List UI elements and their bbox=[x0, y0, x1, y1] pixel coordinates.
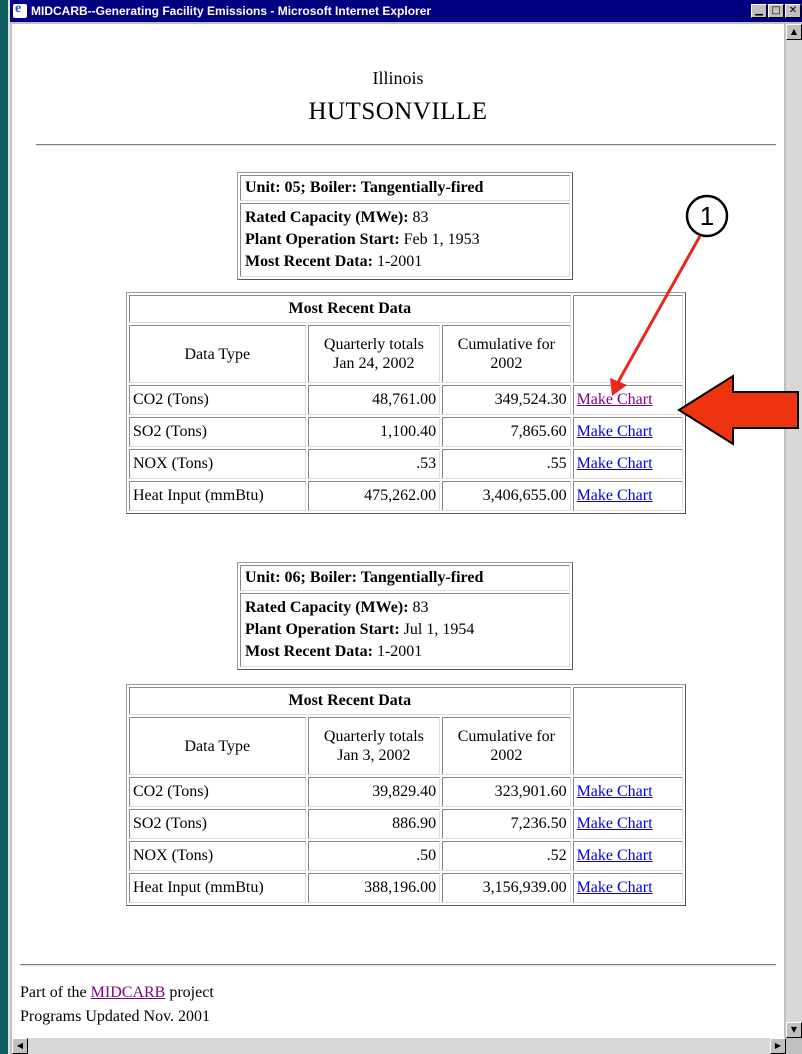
table-row: NOX (Tons) .53 .55 Make Chart bbox=[129, 449, 683, 479]
vertical-scrollbar[interactable]: ▲ ▼ bbox=[786, 24, 802, 1038]
unit-details: Rated Capacity (MWe): 83 Plant Operation… bbox=[240, 203, 570, 277]
midcarb-link[interactable]: MIDCARB bbox=[91, 984, 166, 1001]
col-quarterly: Quarterly totals Jan 24, 2002 bbox=[307, 325, 441, 383]
scroll-right-icon[interactable]: ▶ bbox=[770, 1038, 786, 1054]
table-row: CO2 (Tons) 39,829.40 323,901.60 Make Cha… bbox=[129, 777, 683, 807]
unit-header: Unit: 06; Boiler: Tangentially-fired bbox=[240, 565, 570, 591]
internet-explorer-icon bbox=[13, 1, 27, 18]
title-bar: MIDCARB--Generating Facility Emissions -… bbox=[10, 0, 802, 22]
table-title: Most Recent Data bbox=[129, 295, 571, 323]
table-title: Most Recent Data bbox=[129, 687, 571, 715]
col-cumulative: Cumulative for 2002 bbox=[442, 717, 571, 775]
make-chart-link[interactable]: Make Chart bbox=[577, 455, 653, 472]
close-button[interactable]: ✕ bbox=[785, 4, 801, 18]
footer-project: Part of the MIDCARB project bbox=[20, 984, 214, 1001]
footer-updated: Programs Updated Nov. 2001 bbox=[20, 1008, 211, 1025]
window-title: MIDCARB--Generating Facility Emissions -… bbox=[31, 4, 432, 18]
minimize-button[interactable]: ▁ bbox=[751, 4, 767, 18]
table-row: CO2 (Tons) 48,761.00 349,524.30 Make Cha… bbox=[129, 385, 683, 415]
horizontal-scrollbar[interactable]: ◀ ▶ bbox=[12, 1038, 786, 1054]
scroll-left-icon[interactable]: ◀ bbox=[12, 1038, 28, 1054]
col-data-type: Data Type bbox=[129, 717, 306, 775]
col-data-type: Data Type bbox=[129, 325, 306, 383]
page-content: Illinois HUTSONVILLE Unit: 05; Boiler: T… bbox=[12, 24, 784, 1038]
maximize-button[interactable]: □ bbox=[768, 4, 784, 18]
make-chart-link[interactable]: Make Chart bbox=[577, 391, 653, 408]
facility-name: HUTSONVILLE bbox=[308, 98, 488, 125]
state-name: Illinois bbox=[372, 68, 424, 88]
table-row: SO2 (Tons) 886.90 7,236.50 Make Chart bbox=[129, 809, 683, 839]
col-quarterly: Quarterly totals Jan 3, 2002 bbox=[307, 717, 441, 775]
divider bbox=[20, 964, 776, 966]
table-row: SO2 (Tons) 1,100.40 7,865.60 Make Chart bbox=[129, 417, 683, 447]
scroll-down-icon[interactable]: ▼ bbox=[786, 1022, 802, 1038]
make-chart-link[interactable]: Make Chart bbox=[577, 879, 653, 896]
col-cumulative: Cumulative for 2002 bbox=[442, 325, 571, 383]
browser-window: MIDCARB--Generating Facility Emissions -… bbox=[8, 0, 802, 1054]
make-chart-link[interactable]: Make Chart bbox=[577, 423, 653, 440]
divider bbox=[36, 144, 776, 146]
make-chart-link[interactable]: Make Chart bbox=[577, 783, 653, 800]
scroll-up-icon[interactable]: ▲ bbox=[786, 24, 802, 40]
make-chart-link[interactable]: Make Chart bbox=[577, 847, 653, 864]
table-row: Heat Input (mmBtu) 475,262.00 3,406,655.… bbox=[129, 481, 683, 511]
make-chart-link[interactable]: Make Chart bbox=[577, 815, 653, 832]
table-row: NOX (Tons) .50 .52 Make Chart bbox=[129, 841, 683, 871]
emissions-table: Most Recent Data Data Type Quarterly tot… bbox=[126, 684, 686, 906]
make-chart-link[interactable]: Make Chart bbox=[577, 487, 653, 504]
table-row: Heat Input (mmBtu) 388,196.00 3,156,939.… bbox=[129, 873, 683, 903]
unit-info-box: Unit: 06; Boiler: Tangentially-fired Rat… bbox=[237, 562, 573, 670]
emissions-table: Most Recent Data Data Type Quarterly tot… bbox=[126, 292, 686, 514]
unit-details: Rated Capacity (MWe): 83 Plant Operation… bbox=[240, 593, 570, 667]
unit-info-box: Unit: 05; Boiler: Tangentially-fired Rat… bbox=[237, 172, 573, 280]
scrollbar-corner bbox=[786, 1038, 802, 1054]
unit-header: Unit: 05; Boiler: Tangentially-fired bbox=[240, 175, 570, 201]
